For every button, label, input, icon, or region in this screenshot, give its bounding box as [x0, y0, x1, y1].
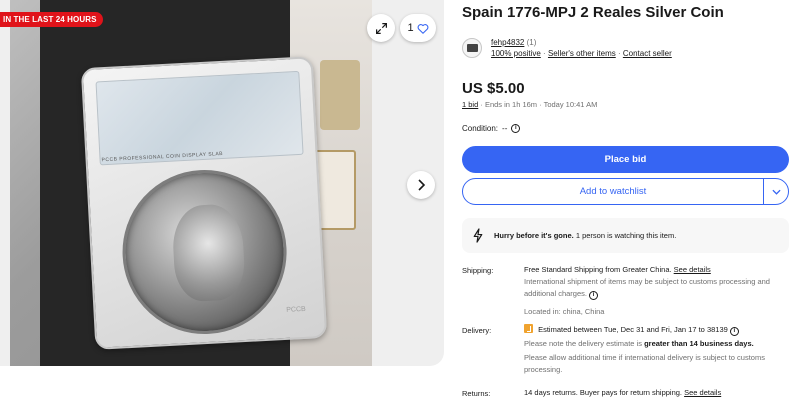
- listing-title: Spain 1776-MPJ 2 Reales Silver Coin: [462, 4, 724, 21]
- seller-rating: (1): [526, 38, 537, 47]
- slab-brand: PCCB: [286, 305, 306, 314]
- add-to-watchlist-button[interactable]: Add to watchlist: [463, 179, 763, 204]
- coin-slab: PCCB PROFESSIONAL COIN DISPLAY SLAB PCCB: [80, 56, 328, 350]
- contact-seller-link[interactable]: Contact seller: [623, 49, 672, 58]
- returns-label: Returns:: [462, 389, 491, 398]
- chevron-right-icon: [418, 179, 426, 191]
- watch-count-button[interactable]: 1: [400, 14, 436, 42]
- returns-see-details-link[interactable]: See details: [684, 388, 721, 397]
- coin-bust: [171, 203, 247, 303]
- returns-text: 14 days returns. Buyer pays for return s…: [524, 388, 682, 397]
- seller-feedback-link[interactable]: 100% positive: [491, 49, 541, 58]
- expand-icon: [375, 22, 387, 34]
- delivery-details: Estimated between Tue, Dec 31 and Fri, J…: [524, 324, 788, 376]
- info-icon[interactable]: i: [729, 327, 739, 336]
- urgency-headline: Hurry before it's gone.: [494, 231, 574, 240]
- info-icon[interactable]: i: [511, 124, 521, 133]
- delivery-label: Delivery:: [462, 326, 492, 335]
- lightning-icon: [473, 228, 483, 243]
- seller-name-link[interactable]: fehp4832: [491, 38, 524, 47]
- urgency-text: 1 person is watching this item.: [575, 231, 677, 240]
- delivery-note: Please note the delivery estimate is: [524, 339, 642, 348]
- delivery-allow-note: Please allow additional time if internat…: [524, 353, 765, 374]
- item-location: Located in: china, China: [524, 307, 605, 316]
- price: US $5.00: [462, 80, 525, 97]
- info-icon[interactable]: i: [589, 291, 599, 300]
- place-bid-button[interactable]: Place bid: [462, 146, 789, 173]
- returns-details: 14 days returns. Buyer pays for return s…: [524, 387, 788, 399]
- bids-link[interactable]: 1 bid: [462, 100, 478, 109]
- auction-end-time: · Ends in 1h 16m · Today 10:41 AM: [480, 100, 598, 109]
- next-image-button[interactable]: [407, 171, 435, 199]
- shipping-details: Free Standard Shipping from Greater Chin…: [524, 264, 788, 318]
- watchlist-control: Add to watchlist: [462, 178, 789, 205]
- urgency-banner: Hurry before it's gone. 1 person is watc…: [462, 218, 789, 253]
- bid-info: 1 bid · Ends in 1h 16m · Today 10:41 AM: [462, 100, 597, 109]
- seller-other-items-link[interactable]: Seller's other items: [548, 49, 616, 58]
- seller-avatar[interactable]: [462, 38, 482, 58]
- shipping-main: Free Standard Shipping from Greater Chin…: [524, 265, 672, 274]
- watchers-count: 1: [407, 22, 414, 34]
- seller-info: fehp4832 (1) 100% positive · Seller's ot…: [462, 37, 672, 59]
- condition-row: Condition: -- i: [462, 124, 521, 133]
- recent-badge: IN THE LAST 24 HOURS: [0, 12, 103, 27]
- chevron-down-icon: [771, 189, 781, 195]
- heart-icon: [417, 23, 428, 34]
- expand-button[interactable]: [367, 14, 395, 42]
- shipping-clip-icon: [524, 324, 533, 333]
- main-product-photo[interactable]: PCCB PROFESSIONAL COIN DISPLAY SLAB PCCB: [10, 0, 372, 366]
- condition-label: Condition:: [462, 124, 499, 133]
- image-gallery: PCCB PROFESSIONAL COIN DISPLAY SLAB PCCB…: [0, 0, 444, 366]
- delivery-estimate: Estimated between Tue, Dec 31 and Fri, J…: [538, 325, 728, 334]
- shipping-intl-note: International shipment of items may be s…: [524, 277, 770, 298]
- shipping-see-details-link[interactable]: See details: [674, 265, 711, 274]
- delivery-note-bold: greater than 14 business days.: [644, 339, 754, 348]
- shipping-label: Shipping:: [462, 266, 494, 275]
- coin: [118, 165, 291, 339]
- watchlist-dropdown-button[interactable]: [763, 179, 788, 204]
- photo-background-object: [320, 60, 360, 130]
- condition-value: --: [502, 124, 508, 133]
